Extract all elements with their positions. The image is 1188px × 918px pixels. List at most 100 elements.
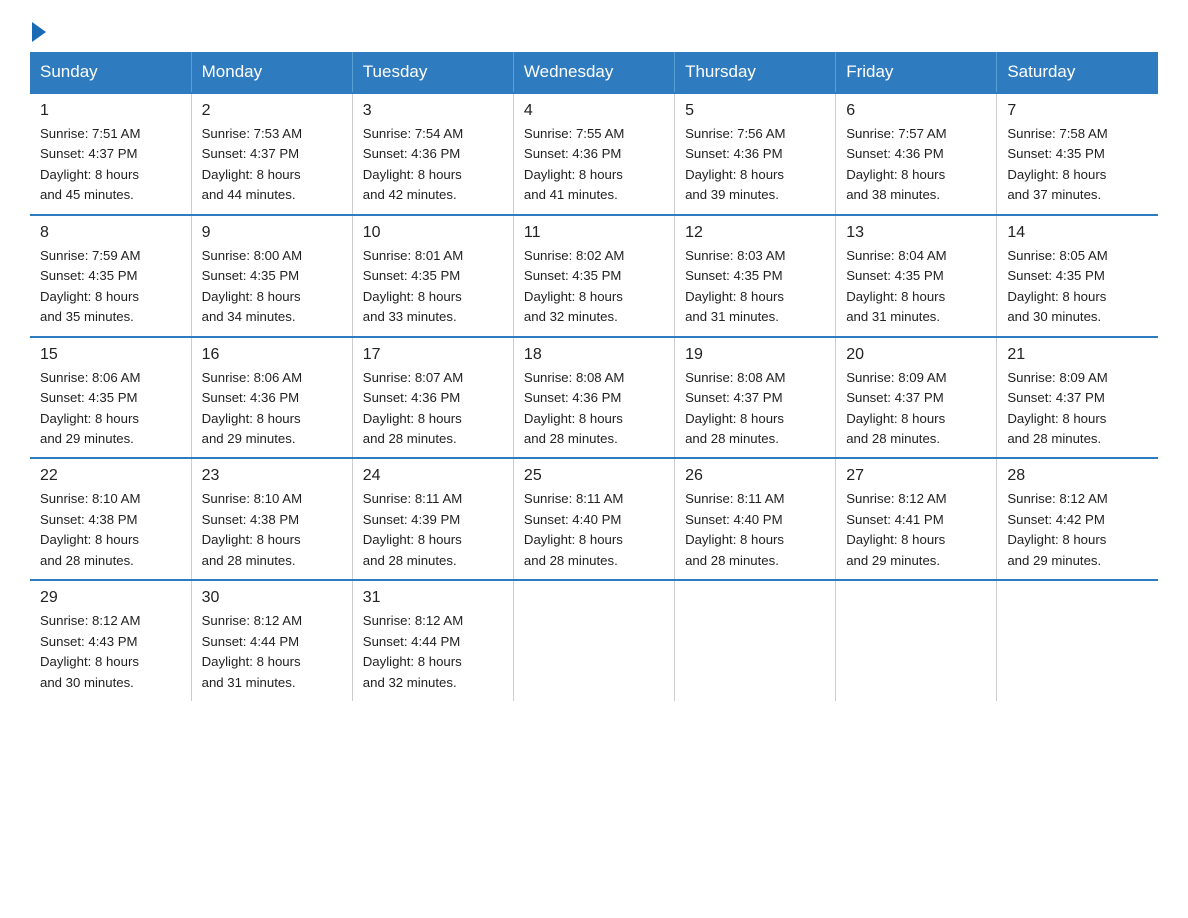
day-info: Sunrise: 8:11 AMSunset: 4:40 PMDaylight:… (685, 491, 784, 567)
day-number: 1 (40, 102, 181, 120)
day-info: Sunrise: 8:03 AMSunset: 4:35 PMDaylight:… (685, 248, 785, 324)
day-info: Sunrise: 8:04 AMSunset: 4:35 PMDaylight:… (846, 248, 946, 324)
day-header-monday: Monday (191, 52, 352, 93)
day-number: 25 (524, 467, 664, 485)
day-info: Sunrise: 8:09 AMSunset: 4:37 PMDaylight:… (1007, 370, 1107, 446)
day-number: 17 (363, 346, 503, 364)
day-number: 6 (846, 102, 986, 120)
day-info: Sunrise: 8:00 AMSunset: 4:35 PMDaylight:… (202, 248, 302, 324)
calendar-cell: 15 Sunrise: 8:06 AMSunset: 4:35 PMDaylig… (30, 337, 191, 459)
day-number: 9 (202, 224, 342, 242)
day-info: Sunrise: 7:55 AMSunset: 4:36 PMDaylight:… (524, 126, 624, 202)
calendar-cell: 19 Sunrise: 8:08 AMSunset: 4:37 PMDaylig… (675, 337, 836, 459)
day-info: Sunrise: 8:12 AMSunset: 4:43 PMDaylight:… (40, 613, 140, 689)
day-info: Sunrise: 8:10 AMSunset: 4:38 PMDaylight:… (40, 491, 140, 567)
day-header-sunday: Sunday (30, 52, 191, 93)
day-number: 16 (202, 346, 342, 364)
day-number: 19 (685, 346, 825, 364)
calendar-cell: 13 Sunrise: 8:04 AMSunset: 4:35 PMDaylig… (836, 215, 997, 337)
day-number: 14 (1007, 224, 1148, 242)
day-info: Sunrise: 7:56 AMSunset: 4:36 PMDaylight:… (685, 126, 785, 202)
day-info: Sunrise: 8:11 AMSunset: 4:39 PMDaylight:… (363, 491, 462, 567)
calendar-week-3: 15 Sunrise: 8:06 AMSunset: 4:35 PMDaylig… (30, 337, 1158, 459)
day-number: 27 (846, 467, 986, 485)
day-info: Sunrise: 8:12 AMSunset: 4:42 PMDaylight:… (1007, 491, 1107, 567)
calendar-cell: 22 Sunrise: 8:10 AMSunset: 4:38 PMDaylig… (30, 458, 191, 580)
day-number: 30 (202, 589, 342, 607)
calendar-cell: 4 Sunrise: 7:55 AMSunset: 4:36 PMDayligh… (513, 93, 674, 215)
calendar-cell: 24 Sunrise: 8:11 AMSunset: 4:39 PMDaylig… (352, 458, 513, 580)
calendar-cell: 6 Sunrise: 7:57 AMSunset: 4:36 PMDayligh… (836, 93, 997, 215)
calendar-cell: 12 Sunrise: 8:03 AMSunset: 4:35 PMDaylig… (675, 215, 836, 337)
calendar-cell: 10 Sunrise: 8:01 AMSunset: 4:35 PMDaylig… (352, 215, 513, 337)
calendar-cell: 28 Sunrise: 8:12 AMSunset: 4:42 PMDaylig… (997, 458, 1158, 580)
calendar-cell: 2 Sunrise: 7:53 AMSunset: 4:37 PMDayligh… (191, 93, 352, 215)
calendar-header: SundayMondayTuesdayWednesdayThursdayFrid… (30, 52, 1158, 93)
calendar-cell: 20 Sunrise: 8:09 AMSunset: 4:37 PMDaylig… (836, 337, 997, 459)
day-info: Sunrise: 8:06 AMSunset: 4:36 PMDaylight:… (202, 370, 302, 446)
calendar-cell: 21 Sunrise: 8:09 AMSunset: 4:37 PMDaylig… (997, 337, 1158, 459)
day-info: Sunrise: 8:01 AMSunset: 4:35 PMDaylight:… (363, 248, 463, 324)
day-number: 11 (524, 224, 664, 242)
day-info: Sunrise: 7:54 AMSunset: 4:36 PMDaylight:… (363, 126, 463, 202)
calendar-cell (836, 580, 997, 701)
day-info: Sunrise: 7:53 AMSunset: 4:37 PMDaylight:… (202, 126, 302, 202)
calendar-cell: 8 Sunrise: 7:59 AMSunset: 4:35 PMDayligh… (30, 215, 191, 337)
calendar-cell: 17 Sunrise: 8:07 AMSunset: 4:36 PMDaylig… (352, 337, 513, 459)
day-number: 23 (202, 467, 342, 485)
day-info: Sunrise: 8:08 AMSunset: 4:37 PMDaylight:… (685, 370, 785, 446)
day-info: Sunrise: 8:12 AMSunset: 4:44 PMDaylight:… (363, 613, 463, 689)
calendar-cell: 29 Sunrise: 8:12 AMSunset: 4:43 PMDaylig… (30, 580, 191, 701)
calendar-cell: 5 Sunrise: 7:56 AMSunset: 4:36 PMDayligh… (675, 93, 836, 215)
day-info: Sunrise: 8:02 AMSunset: 4:35 PMDaylight:… (524, 248, 624, 324)
day-header-wednesday: Wednesday (513, 52, 674, 93)
day-info: Sunrise: 8:08 AMSunset: 4:36 PMDaylight:… (524, 370, 624, 446)
day-number: 18 (524, 346, 664, 364)
day-info: Sunrise: 8:12 AMSunset: 4:44 PMDaylight:… (202, 613, 302, 689)
calendar-cell (675, 580, 836, 701)
logo (30, 20, 46, 42)
day-number: 29 (40, 589, 181, 607)
calendar-week-4: 22 Sunrise: 8:10 AMSunset: 4:38 PMDaylig… (30, 458, 1158, 580)
calendar-table: SundayMondayTuesdayWednesdayThursdayFrid… (30, 52, 1158, 701)
day-info: Sunrise: 8:05 AMSunset: 4:35 PMDaylight:… (1007, 248, 1107, 324)
day-number: 26 (685, 467, 825, 485)
day-number: 31 (363, 589, 503, 607)
day-info: Sunrise: 8:12 AMSunset: 4:41 PMDaylight:… (846, 491, 946, 567)
page-header (30, 20, 1158, 42)
day-header-friday: Friday (836, 52, 997, 93)
calendar-week-2: 8 Sunrise: 7:59 AMSunset: 4:35 PMDayligh… (30, 215, 1158, 337)
day-info: Sunrise: 7:58 AMSunset: 4:35 PMDaylight:… (1007, 126, 1107, 202)
day-info: Sunrise: 8:07 AMSunset: 4:36 PMDaylight:… (363, 370, 463, 446)
day-info: Sunrise: 8:06 AMSunset: 4:35 PMDaylight:… (40, 370, 140, 446)
day-info: Sunrise: 8:09 AMSunset: 4:37 PMDaylight:… (846, 370, 946, 446)
day-number: 15 (40, 346, 181, 364)
calendar-cell: 23 Sunrise: 8:10 AMSunset: 4:38 PMDaylig… (191, 458, 352, 580)
day-info: Sunrise: 8:11 AMSunset: 4:40 PMDaylight:… (524, 491, 623, 567)
day-info: Sunrise: 7:57 AMSunset: 4:36 PMDaylight:… (846, 126, 946, 202)
calendar-cell: 26 Sunrise: 8:11 AMSunset: 4:40 PMDaylig… (675, 458, 836, 580)
calendar-body: 1 Sunrise: 7:51 AMSunset: 4:37 PMDayligh… (30, 93, 1158, 701)
day-number: 21 (1007, 346, 1148, 364)
day-info: Sunrise: 7:51 AMSunset: 4:37 PMDaylight:… (40, 126, 140, 202)
day-number: 28 (1007, 467, 1148, 485)
day-number: 2 (202, 102, 342, 120)
calendar-week-5: 29 Sunrise: 8:12 AMSunset: 4:43 PMDaylig… (30, 580, 1158, 701)
day-number: 3 (363, 102, 503, 120)
day-number: 22 (40, 467, 181, 485)
calendar-cell: 31 Sunrise: 8:12 AMSunset: 4:44 PMDaylig… (352, 580, 513, 701)
calendar-cell (997, 580, 1158, 701)
calendar-cell: 18 Sunrise: 8:08 AMSunset: 4:36 PMDaylig… (513, 337, 674, 459)
calendar-cell: 16 Sunrise: 8:06 AMSunset: 4:36 PMDaylig… (191, 337, 352, 459)
day-number: 12 (685, 224, 825, 242)
day-number: 10 (363, 224, 503, 242)
logo-arrow-icon (32, 22, 46, 42)
day-number: 5 (685, 102, 825, 120)
calendar-cell: 14 Sunrise: 8:05 AMSunset: 4:35 PMDaylig… (997, 215, 1158, 337)
day-header-saturday: Saturday (997, 52, 1158, 93)
calendar-cell: 7 Sunrise: 7:58 AMSunset: 4:35 PMDayligh… (997, 93, 1158, 215)
calendar-cell: 1 Sunrise: 7:51 AMSunset: 4:37 PMDayligh… (30, 93, 191, 215)
day-number: 24 (363, 467, 503, 485)
day-info: Sunrise: 7:59 AMSunset: 4:35 PMDaylight:… (40, 248, 140, 324)
day-number: 7 (1007, 102, 1148, 120)
